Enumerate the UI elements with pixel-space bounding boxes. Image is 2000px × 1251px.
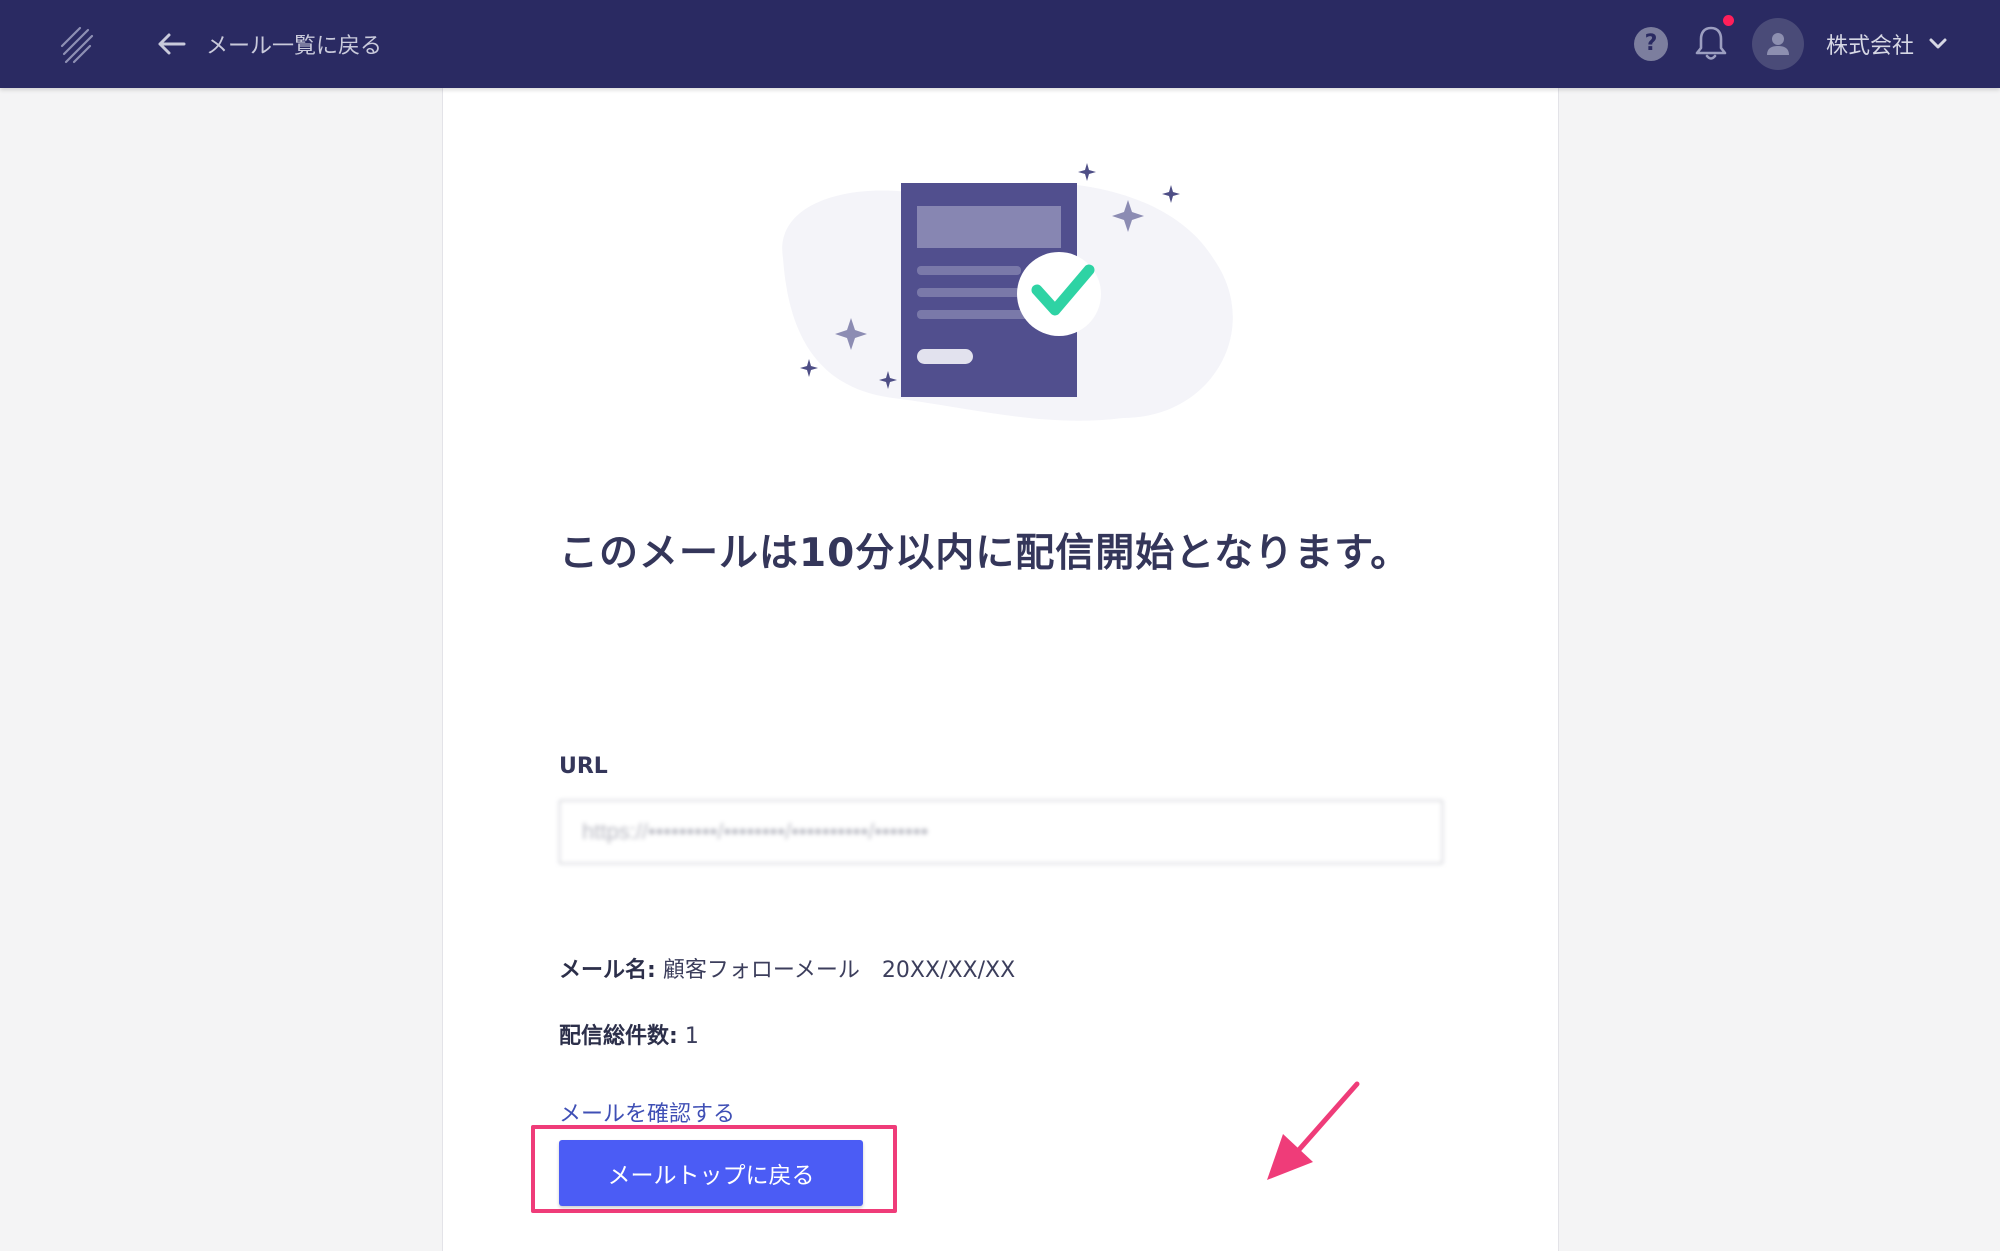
back-to-mail-top-button[interactable]: メールトップに戻る (559, 1140, 863, 1206)
user-avatar[interactable] (1752, 18, 1804, 70)
delivery-count-row: 配信総件数: 1 (559, 1018, 699, 1050)
user-icon (1767, 33, 1789, 55)
notification-badge (1723, 15, 1734, 26)
chevron-down-icon (1929, 38, 1947, 49)
mail-name-value: 顧客フォローメール 20XX/XX/XX (662, 958, 1016, 983)
page-headline: このメールは10分以内に配信開始となります。 (559, 531, 1411, 576)
help-icon[interactable]: ? (1634, 27, 1668, 61)
url-field[interactable]: https://•••••••••/••••••••/••••••••••/••… (559, 800, 1443, 864)
app-logo-icon[interactable] (56, 22, 96, 66)
top-navigation-bar: メール一覧に戻る ? 株式会社 (0, 0, 2000, 88)
document-button-shape (917, 349, 973, 364)
mail-name-row: メール名: 顧客フォローメール 20XX/XX/XX (559, 952, 1015, 984)
document-line (917, 266, 1021, 275)
arrow-left-icon (158, 33, 186, 55)
document-header-block (917, 206, 1061, 248)
document-check-illustration (782, 163, 1233, 421)
mail-name-label: メール名: (559, 958, 656, 983)
delivery-count-value: 1 (684, 1024, 699, 1049)
back-to-mail-list-link[interactable]: メール一覧に戻る (156, 24, 382, 64)
annotation-arrow-icon (1267, 1081, 1360, 1180)
delivery-count-label: 配信総件数: (559, 1024, 678, 1049)
company-name: 株式会社 (1826, 34, 1915, 59)
back-link-label: メール一覧に戻る (206, 34, 383, 59)
notification-bell-icon[interactable] (1694, 24, 1728, 62)
account-menu[interactable]: 株式会社 (1826, 26, 1948, 62)
view-mail-link[interactable]: メールを確認する (559, 1096, 735, 1128)
delivery-confirmation-card: このメールは10分以内に配信開始となります。 URL https://•••••… (442, 88, 1559, 1251)
url-label: URL (559, 754, 608, 779)
